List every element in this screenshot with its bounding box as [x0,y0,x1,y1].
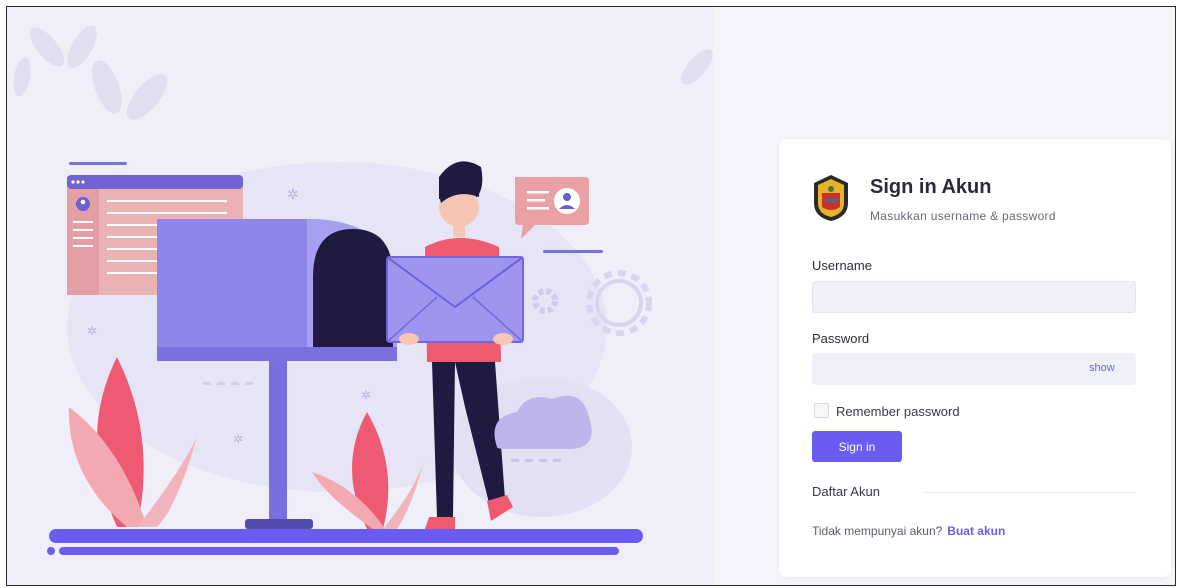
ground-bar [49,529,643,543]
page-subtitle: Masukkan username & password [870,209,1056,223]
decor-line [543,250,603,253]
show-password-toggle[interactable]: show [1089,362,1115,374]
decor-line [69,162,127,165]
divider [924,492,1136,493]
sparkle-icon: ✲ [87,324,97,338]
register-prompt-text: Tidak mempunyai akun? [812,524,943,538]
create-account-link[interactable]: Buat akun [947,524,1005,538]
remember-checkbox[interactable] [814,403,829,418]
password-input[interactable] [812,353,1136,385]
page-title: Sign in Akun [870,176,992,198]
logo-emblem [814,175,848,221]
sparkle-icon: ✲ [233,432,243,446]
sparkle-icon: ✲ [287,187,299,203]
leaves-decoration [13,25,713,120]
username-label: Username [812,258,872,273]
illustration-panel: ✲ ✲ ✲ ✲ [7,7,713,585]
login-panel: Sign in Akun Masukkan username & passwor… [713,7,1175,585]
remember-label: Remember password [836,404,960,419]
username-input[interactable] [812,281,1136,313]
register-prompt: Tidak mempunyai akun? Buat akun [812,524,1005,538]
login-page: ✲ ✲ ✲ ✲ Sign in Akun Masukkan username &… [6,6,1176,586]
ground-bar-lower [59,547,619,555]
sparkle-icon: ✲ [361,388,371,402]
sign-in-button[interactable]: Sign in [812,431,902,462]
envelope-icon [386,256,524,345]
register-section-title: Daftar Akun [812,484,880,499]
login-card: Sign in Akun Masukkan username & passwor… [779,139,1171,577]
password-label: Password [812,331,870,346]
login-illustration: ✲ ✲ ✲ ✲ [13,25,713,555]
